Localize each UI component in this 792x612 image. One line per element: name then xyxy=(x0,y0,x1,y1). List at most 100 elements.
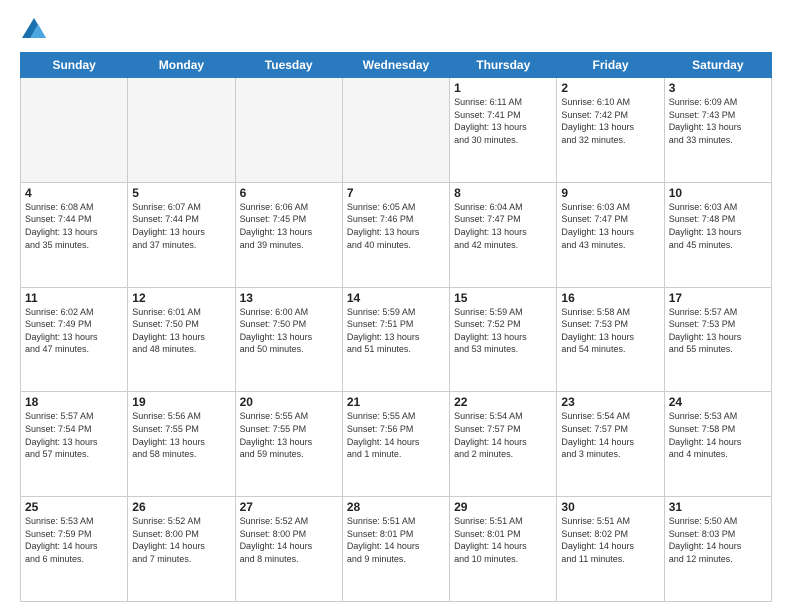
day-number: 13 xyxy=(240,291,338,305)
day-info: Sunrise: 6:10 AM Sunset: 7:42 PM Dayligh… xyxy=(561,96,659,146)
calendar-cell-1-5: 1Sunrise: 6:11 AM Sunset: 7:41 PM Daylig… xyxy=(450,78,557,183)
day-number: 3 xyxy=(669,81,767,95)
day-info: Sunrise: 6:01 AM Sunset: 7:50 PM Dayligh… xyxy=(132,306,230,356)
calendar-cell-5-5: 29Sunrise: 5:51 AM Sunset: 8:01 PM Dayli… xyxy=(450,497,557,602)
calendar-cell-1-4 xyxy=(342,78,449,183)
calendar-cell-4-1: 18Sunrise: 5:57 AM Sunset: 7:54 PM Dayli… xyxy=(21,392,128,497)
calendar-week-1: 1Sunrise: 6:11 AM Sunset: 7:41 PM Daylig… xyxy=(21,78,772,183)
day-info: Sunrise: 5:53 AM Sunset: 7:59 PM Dayligh… xyxy=(25,515,123,565)
calendar-header-thursday: Thursday xyxy=(450,53,557,78)
calendar-cell-4-2: 19Sunrise: 5:56 AM Sunset: 7:55 PM Dayli… xyxy=(128,392,235,497)
calendar-cell-2-5: 8Sunrise: 6:04 AM Sunset: 7:47 PM Daylig… xyxy=(450,182,557,287)
day-number: 5 xyxy=(132,186,230,200)
day-number: 11 xyxy=(25,291,123,305)
calendar-header-saturday: Saturday xyxy=(664,53,771,78)
day-number: 21 xyxy=(347,395,445,409)
day-number: 1 xyxy=(454,81,552,95)
day-number: 23 xyxy=(561,395,659,409)
day-number: 15 xyxy=(454,291,552,305)
calendar-cell-5-7: 31Sunrise: 5:50 AM Sunset: 8:03 PM Dayli… xyxy=(664,497,771,602)
header xyxy=(20,16,772,44)
calendar-cell-2-3: 6Sunrise: 6:06 AM Sunset: 7:45 PM Daylig… xyxy=(235,182,342,287)
calendar-week-2: 4Sunrise: 6:08 AM Sunset: 7:44 PM Daylig… xyxy=(21,182,772,287)
day-number: 14 xyxy=(347,291,445,305)
day-number: 4 xyxy=(25,186,123,200)
calendar-header-wednesday: Wednesday xyxy=(342,53,449,78)
day-number: 9 xyxy=(561,186,659,200)
calendar-cell-1-6: 2Sunrise: 6:10 AM Sunset: 7:42 PM Daylig… xyxy=(557,78,664,183)
calendar-cell-4-4: 21Sunrise: 5:55 AM Sunset: 7:56 PM Dayli… xyxy=(342,392,449,497)
calendar-table: SundayMondayTuesdayWednesdayThursdayFrid… xyxy=(20,52,772,602)
day-info: Sunrise: 5:52 AM Sunset: 8:00 PM Dayligh… xyxy=(132,515,230,565)
day-info: Sunrise: 6:08 AM Sunset: 7:44 PM Dayligh… xyxy=(25,201,123,251)
day-number: 8 xyxy=(454,186,552,200)
calendar-cell-1-3 xyxy=(235,78,342,183)
day-info: Sunrise: 6:11 AM Sunset: 7:41 PM Dayligh… xyxy=(454,96,552,146)
day-number: 28 xyxy=(347,500,445,514)
day-number: 20 xyxy=(240,395,338,409)
page: SundayMondayTuesdayWednesdayThursdayFrid… xyxy=(0,0,792,612)
calendar-cell-3-2: 12Sunrise: 6:01 AM Sunset: 7:50 PM Dayli… xyxy=(128,287,235,392)
calendar-cell-2-7: 10Sunrise: 6:03 AM Sunset: 7:48 PM Dayli… xyxy=(664,182,771,287)
day-info: Sunrise: 5:54 AM Sunset: 7:57 PM Dayligh… xyxy=(454,410,552,460)
calendar-cell-5-1: 25Sunrise: 5:53 AM Sunset: 7:59 PM Dayli… xyxy=(21,497,128,602)
calendar-cell-5-6: 30Sunrise: 5:51 AM Sunset: 8:02 PM Dayli… xyxy=(557,497,664,602)
calendar-cell-3-4: 14Sunrise: 5:59 AM Sunset: 7:51 PM Dayli… xyxy=(342,287,449,392)
day-number: 18 xyxy=(25,395,123,409)
day-info: Sunrise: 5:51 AM Sunset: 8:02 PM Dayligh… xyxy=(561,515,659,565)
day-info: Sunrise: 5:50 AM Sunset: 8:03 PM Dayligh… xyxy=(669,515,767,565)
calendar-header-row: SundayMondayTuesdayWednesdayThursdayFrid… xyxy=(21,53,772,78)
calendar-cell-1-1 xyxy=(21,78,128,183)
calendar-week-3: 11Sunrise: 6:02 AM Sunset: 7:49 PM Dayli… xyxy=(21,287,772,392)
day-info: Sunrise: 5:56 AM Sunset: 7:55 PM Dayligh… xyxy=(132,410,230,460)
day-info: Sunrise: 5:51 AM Sunset: 8:01 PM Dayligh… xyxy=(347,515,445,565)
calendar-cell-3-7: 17Sunrise: 5:57 AM Sunset: 7:53 PM Dayli… xyxy=(664,287,771,392)
day-number: 6 xyxy=(240,186,338,200)
day-number: 7 xyxy=(347,186,445,200)
day-number: 2 xyxy=(561,81,659,95)
logo-icon xyxy=(20,16,48,44)
day-info: Sunrise: 5:52 AM Sunset: 8:00 PM Dayligh… xyxy=(240,515,338,565)
day-info: Sunrise: 5:57 AM Sunset: 7:53 PM Dayligh… xyxy=(669,306,767,356)
day-info: Sunrise: 5:59 AM Sunset: 7:52 PM Dayligh… xyxy=(454,306,552,356)
calendar-cell-2-6: 9Sunrise: 6:03 AM Sunset: 7:47 PM Daylig… xyxy=(557,182,664,287)
day-info: Sunrise: 6:09 AM Sunset: 7:43 PM Dayligh… xyxy=(669,96,767,146)
calendar-header-monday: Monday xyxy=(128,53,235,78)
calendar-header-friday: Friday xyxy=(557,53,664,78)
calendar-cell-3-3: 13Sunrise: 6:00 AM Sunset: 7:50 PM Dayli… xyxy=(235,287,342,392)
calendar-cell-1-2 xyxy=(128,78,235,183)
day-info: Sunrise: 5:59 AM Sunset: 7:51 PM Dayligh… xyxy=(347,306,445,356)
calendar-cell-3-5: 15Sunrise: 5:59 AM Sunset: 7:52 PM Dayli… xyxy=(450,287,557,392)
calendar-cell-4-3: 20Sunrise: 5:55 AM Sunset: 7:55 PM Dayli… xyxy=(235,392,342,497)
calendar-header-sunday: Sunday xyxy=(21,53,128,78)
calendar-cell-4-7: 24Sunrise: 5:53 AM Sunset: 7:58 PM Dayli… xyxy=(664,392,771,497)
day-number: 31 xyxy=(669,500,767,514)
day-info: Sunrise: 6:03 AM Sunset: 7:48 PM Dayligh… xyxy=(669,201,767,251)
day-info: Sunrise: 5:55 AM Sunset: 7:56 PM Dayligh… xyxy=(347,410,445,460)
day-info: Sunrise: 5:55 AM Sunset: 7:55 PM Dayligh… xyxy=(240,410,338,460)
day-info: Sunrise: 6:00 AM Sunset: 7:50 PM Dayligh… xyxy=(240,306,338,356)
day-info: Sunrise: 6:02 AM Sunset: 7:49 PM Dayligh… xyxy=(25,306,123,356)
day-number: 29 xyxy=(454,500,552,514)
calendar-cell-5-2: 26Sunrise: 5:52 AM Sunset: 8:00 PM Dayli… xyxy=(128,497,235,602)
calendar-week-4: 18Sunrise: 5:57 AM Sunset: 7:54 PM Dayli… xyxy=(21,392,772,497)
day-number: 25 xyxy=(25,500,123,514)
day-info: Sunrise: 5:57 AM Sunset: 7:54 PM Dayligh… xyxy=(25,410,123,460)
calendar-cell-2-4: 7Sunrise: 6:05 AM Sunset: 7:46 PM Daylig… xyxy=(342,182,449,287)
logo xyxy=(20,16,52,44)
calendar-cell-2-2: 5Sunrise: 6:07 AM Sunset: 7:44 PM Daylig… xyxy=(128,182,235,287)
day-number: 26 xyxy=(132,500,230,514)
day-number: 27 xyxy=(240,500,338,514)
day-info: Sunrise: 5:51 AM Sunset: 8:01 PM Dayligh… xyxy=(454,515,552,565)
day-number: 19 xyxy=(132,395,230,409)
day-info: Sunrise: 5:53 AM Sunset: 7:58 PM Dayligh… xyxy=(669,410,767,460)
calendar-cell-4-6: 23Sunrise: 5:54 AM Sunset: 7:57 PM Dayli… xyxy=(557,392,664,497)
day-info: Sunrise: 6:04 AM Sunset: 7:47 PM Dayligh… xyxy=(454,201,552,251)
day-number: 10 xyxy=(669,186,767,200)
calendar-cell-3-1: 11Sunrise: 6:02 AM Sunset: 7:49 PM Dayli… xyxy=(21,287,128,392)
day-info: Sunrise: 6:03 AM Sunset: 7:47 PM Dayligh… xyxy=(561,201,659,251)
calendar-cell-4-5: 22Sunrise: 5:54 AM Sunset: 7:57 PM Dayli… xyxy=(450,392,557,497)
calendar-week-5: 25Sunrise: 5:53 AM Sunset: 7:59 PM Dayli… xyxy=(21,497,772,602)
day-number: 30 xyxy=(561,500,659,514)
calendar-cell-1-7: 3Sunrise: 6:09 AM Sunset: 7:43 PM Daylig… xyxy=(664,78,771,183)
